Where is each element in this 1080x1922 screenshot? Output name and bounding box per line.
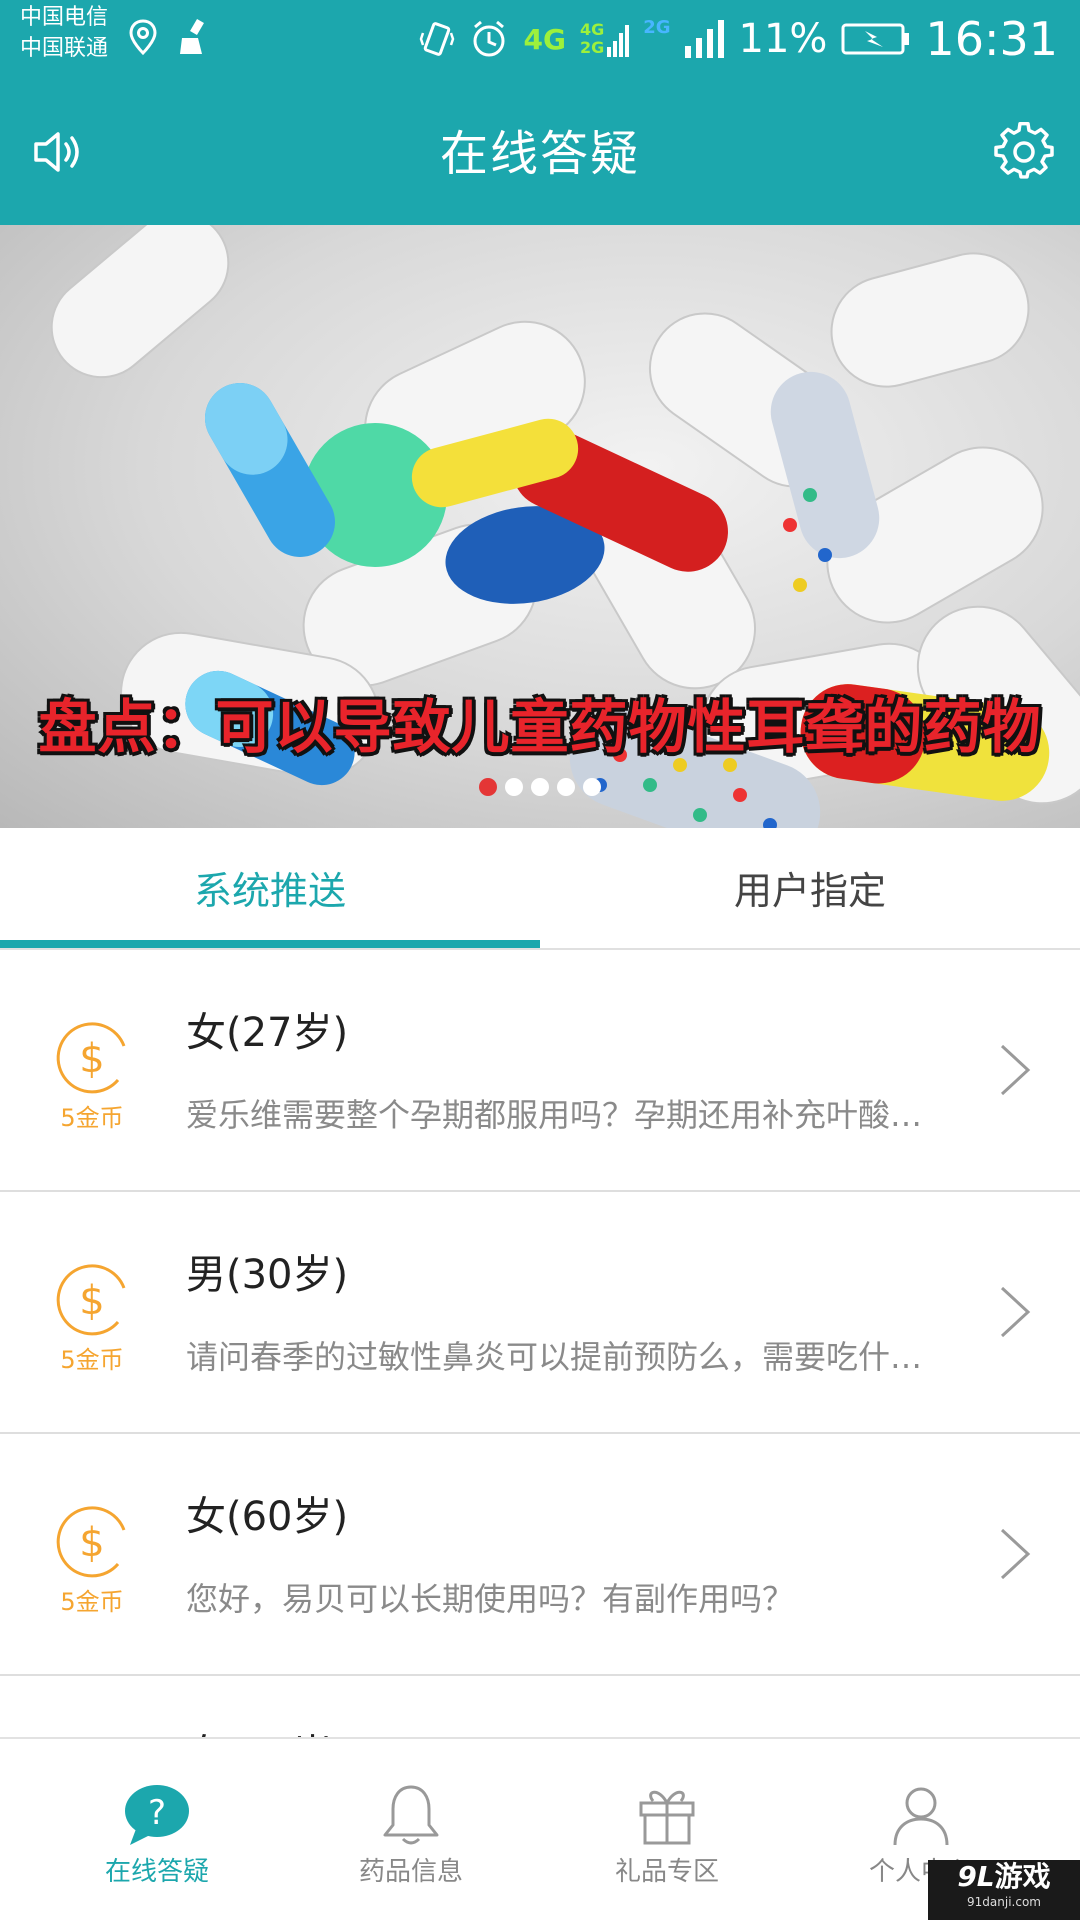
coin-reward: $ 5金币 [50, 1502, 134, 1617]
carousel-dot-4[interactable] [557, 778, 575, 796]
tab-system-push[interactable]: 系统推送 [0, 828, 540, 946]
carousel-dot-3[interactable] [531, 778, 549, 796]
carousel-dots [0, 778, 1080, 796]
status-bar: 中国电信 中国联通 4G 4G 2G 2G 11% 16:31 [0, 0, 1080, 78]
tab-indicator [0, 940, 540, 948]
svg-text:$: $ [79, 1278, 104, 1324]
person-icon [893, 1787, 949, 1846]
app-header: 在线答疑 [0, 78, 1080, 225]
chevron-right-icon [1000, 1286, 1031, 1338]
vibrate-icon [420, 22, 455, 56]
question-bubble-icon: ? [125, 1785, 189, 1845]
question-text: 请问春季的过敏性鼻炎可以提前预防么，需要吃什么药？ [186, 1338, 946, 1376]
status-right: 4G 4G 2G 2G 11% 16:31 [419, 6, 1058, 72]
question-item[interactable]: $ 5金币 男(30岁) 请问春季的过敏性鼻炎可以提前预防么，需要吃什么药？ [0, 1192, 1080, 1434]
question-text: 您好，易贝可以长期使用吗？有副作用吗？ [186, 1580, 795, 1618]
nav-gift-zone[interactable]: 礼品专区 [532, 1739, 802, 1922]
question-asker: 女(60岁) [186, 1494, 349, 1540]
question-asker: 男(30岁) [186, 1252, 349, 1298]
svg-text:$: $ [79, 1036, 104, 1082]
chevron-right-icon [1000, 1044, 1031, 1096]
watermark: 9L游戏 91danji.com [928, 1860, 1080, 1920]
question-item[interactable]: $ 5金币 女(60岁) 您好，易贝可以长期使用吗？有副作用吗？ [0, 1434, 1080, 1676]
nav-drug-info[interactable]: 药品信息 [276, 1739, 546, 1922]
carousel-dot-1[interactable] [479, 778, 497, 796]
network-small-4g: 4G [579, 20, 605, 39]
coin-icon: $ [56, 1022, 126, 1094]
battery-icon [841, 23, 910, 55]
carousel-dot-2[interactable] [505, 778, 523, 796]
coin-reward: $ 5金币 [50, 1018, 134, 1133]
location-icon [129, 19, 157, 56]
network-2g-label: 2G [643, 16, 671, 38]
watermark-brand: 9L [957, 1860, 995, 1893]
gift-icon [639, 1790, 695, 1845]
page-title: 在线答疑 [439, 126, 640, 182]
signal-1-icon [607, 25, 630, 57]
svg-text:$: $ [79, 1520, 104, 1566]
banner-caption: 盘点：可以导致儿童药物性耳聋的药物 [38, 693, 1042, 761]
signal-2-icon [684, 20, 724, 58]
carrier-2: 中国联通 [20, 36, 109, 61]
dual-net-block: 4G 2G [580, 21, 630, 57]
dual-net-labels: 4G 2G [580, 21, 604, 57]
question-item[interactable]: $ 5金币 女(27岁) 爱乐维需要整个孕期都服用吗？孕期还用补充叶酸吗？ [0, 950, 1080, 1192]
question-asker: 女(27岁) [186, 1010, 349, 1056]
nav-label: 药品信息 [358, 1857, 463, 1887]
gear-icon [994, 122, 1054, 179]
chevron-right-icon [1000, 1528, 1031, 1580]
coin-icon: $ [56, 1506, 126, 1578]
banner-carousel[interactable]: 盘点：可以导致儿童药物性耳聋的药物 [0, 225, 1080, 828]
coin-icon: $ [56, 1264, 126, 1336]
network-small-2g: 2G [579, 38, 605, 57]
nav-label: 在线答疑 [104, 1857, 209, 1887]
carrier-1: 中国电信 [20, 5, 109, 30]
coin-amount: 5金币 [60, 1346, 124, 1374]
tab-bar: 系统推送 用户指定 [0, 828, 1080, 950]
coin-amount: 5金币 [60, 1588, 124, 1616]
status-left-icons [128, 18, 210, 56]
question-list: $ 5金币 女(27岁) 爱乐维需要整个孕期都服用吗？孕期还用补充叶酸吗？ $ … [0, 950, 1080, 1756]
clock: 16:31 [925, 12, 1058, 66]
battery-percent: 11% [738, 16, 828, 62]
bottom-nav: ? 在线答疑 药品信息 礼品专区 个人中心 [0, 1737, 1080, 1922]
watermark-name: 游戏 [994, 1860, 1051, 1893]
coin-amount: 5金币 [60, 1104, 124, 1132]
carrier-labels: 中国电信 中国联通 [20, 2, 108, 64]
carousel-dot-5[interactable] [583, 778, 601, 796]
nav-online-qa[interactable]: ? 在线答疑 [22, 1739, 292, 1922]
nav-label: 礼品专区 [614, 1857, 719, 1887]
coin-reward: $ 5金币 [50, 1260, 134, 1375]
svg-text:?: ? [148, 1793, 166, 1833]
watermark-logo: 9L游戏 [928, 1860, 1080, 1894]
alarm-icon [473, 20, 505, 57]
cleaner-icon [180, 18, 204, 54]
bell-icon [383, 1785, 439, 1845]
network-4g-label: 4G [523, 22, 566, 56]
settings-button[interactable] [994, 122, 1054, 182]
watermark-site: 91danji.com [967, 1895, 1041, 1909]
tab-user-assigned[interactable]: 用户指定 [540, 828, 1080, 946]
question-text: 爱乐维需要整个孕期都服用吗？孕期还用补充叶酸吗？ [186, 1096, 946, 1134]
